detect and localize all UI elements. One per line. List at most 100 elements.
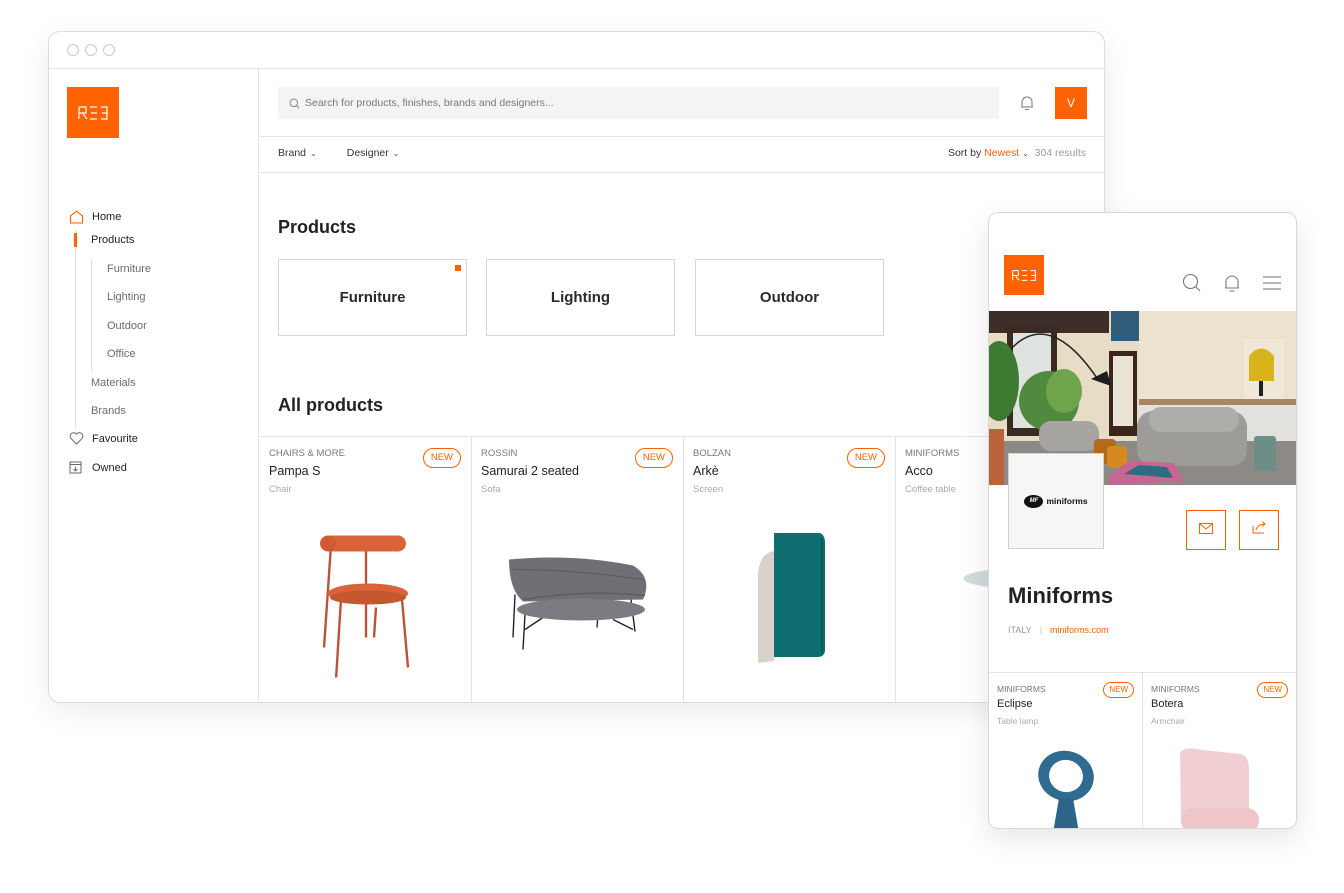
bell-icon[interactable] [1019, 94, 1035, 112]
category-card-furniture[interactable]: Furniture [278, 259, 467, 336]
brand-filter-dropdown[interactable]: Brand ⌄ [278, 147, 317, 159]
product-type: Sofa [481, 484, 501, 495]
category-label: Lighting [550, 289, 611, 306]
product-grid: CHAIRS & MORE Pampa S Chair NEW ROSSIN S… [260, 436, 1104, 702]
main-content: Search for products, finishes, brands an… [260, 69, 1104, 702]
product-brand: CHAIRS & MORE [269, 448, 346, 459]
sidebar-item-furniture[interactable]: Furniture [107, 261, 151, 277]
category-card-outdoor[interactable]: Outdoor [695, 259, 884, 336]
sort-label: Sort by [947, 147, 982, 159]
new-badge: NEW [1103, 682, 1134, 698]
category-label: Furniture [339, 289, 406, 306]
share-button[interactable] [1239, 510, 1279, 550]
product-image-armchair [1143, 748, 1296, 828]
sidebar-item-office[interactable]: Office [107, 346, 136, 362]
mobile-product-grid: MINIFORMS Eclipse Table lamp NEW MINIFOR… [989, 672, 1296, 828]
filter-divider [260, 172, 1104, 173]
search-icon [289, 98, 300, 109]
product-brand: BOLZAN [693, 448, 732, 459]
sidebar-item-materials[interactable]: Materials [91, 375, 136, 391]
miniforms-logo-icon: MF [1024, 494, 1044, 508]
product-card[interactable]: CHAIRS & MORE Pampa S Chair NEW [260, 437, 472, 702]
new-badge: NEW [422, 448, 461, 468]
logo-glyph-icon [1012, 269, 1036, 281]
designer-filter-dropdown[interactable]: Designer ⌄ [347, 147, 400, 159]
window-maximize-button[interactable] [103, 44, 115, 56]
new-badge: NEW [1257, 682, 1288, 698]
brand-logo[interactable] [67, 87, 119, 138]
chevron-down-icon: ⌄ [310, 149, 317, 158]
menu-icon[interactable] [1262, 275, 1282, 296]
brand-filter-label: Brand [278, 147, 307, 159]
search-input[interactable]: Search for products, finishes, brands an… [278, 87, 999, 119]
sidebar-item-owned[interactable]: Owned [69, 460, 127, 476]
product-name: Botera [1151, 698, 1184, 710]
sidebar-item-label: Owned [92, 462, 127, 474]
category-card-lighting[interactable]: Lighting [486, 259, 675, 336]
chevron-down-icon[interactable]: ⌄ [1022, 149, 1029, 158]
sidebar-item-outdoor[interactable]: Outdoor [107, 318, 147, 334]
product-image-chair [260, 517, 471, 702]
mobile-preview: MF miniforms Miniforms ITALY | miniforms… [988, 212, 1297, 829]
product-name: Acco [905, 464, 933, 478]
share-icon [1252, 521, 1267, 539]
product-image-lamp [989, 748, 1142, 828]
sidebar: Home Products Furniture Lighting Outdoor… [49, 69, 259, 702]
active-indicator [74, 233, 77, 247]
header-divider [260, 136, 1104, 137]
product-card[interactable]: MINIFORMS Botera Armchair NEW [1143, 673, 1296, 828]
search-icon[interactable] [1182, 273, 1202, 298]
results-count: 304 results [1034, 147, 1086, 159]
category-label: Outdoor [759, 289, 820, 306]
window-close-button[interactable] [67, 44, 79, 56]
product-card[interactable]: ROSSIN Samurai 2 seated Sofa NEW [472, 437, 684, 702]
logo-glyph-icon [78, 105, 108, 120]
heart-icon [69, 431, 84, 447]
bell-icon[interactable] [1223, 273, 1241, 298]
sidebar-item-lighting[interactable]: Lighting [107, 289, 146, 305]
product-type: Chair [269, 484, 292, 495]
product-type: Coffee table [905, 484, 957, 495]
filter-bar: Brand ⌄ Designer ⌄ [278, 147, 399, 159]
contact-mail-button[interactable] [1186, 510, 1226, 550]
brand-logo-tile: MF miniforms [1008, 453, 1104, 549]
sidebar-item-home[interactable]: Home [69, 209, 121, 225]
chevron-down-icon: ⌄ [392, 149, 400, 158]
download-box-icon [69, 461, 84, 476]
mail-icon [1199, 521, 1213, 539]
window-minimize-button[interactable] [85, 44, 97, 56]
sort-control: Sort by Newest ⌄ 304 results [948, 147, 1086, 159]
brand-logo[interactable] [1004, 255, 1044, 295]
meta-separator: | [1039, 625, 1043, 635]
sort-dropdown[interactable]: Newest [984, 147, 1019, 159]
sidebar-item-brands[interactable]: Brands [91, 403, 126, 419]
sidebar-item-products[interactable]: Products [91, 232, 134, 248]
product-type: Screen [693, 484, 724, 495]
sidebar-item-favourite[interactable]: Favourite [69, 431, 138, 447]
product-brand: ROSSIN [481, 448, 518, 459]
product-name: Eclipse [997, 698, 1033, 710]
new-badge: NEW [846, 448, 885, 468]
products-heading: Products [278, 217, 357, 237]
product-type: Armchair [1151, 716, 1186, 726]
product-name: Pampa S [269, 464, 321, 478]
product-type: Table lamp [997, 716, 1039, 726]
active-marker [455, 265, 461, 271]
product-image-screen [684, 517, 895, 702]
brand-logo-text: miniforms [1046, 496, 1088, 506]
designer-filter-label: Designer [346, 147, 389, 159]
product-card[interactable]: BOLZAN Arkè Screen NEW [684, 437, 896, 702]
product-card[interactable]: MINIFORMS Eclipse Table lamp NEW [989, 673, 1143, 828]
title-bar [49, 32, 1104, 69]
nav-tree-line [75, 230, 76, 428]
product-brand: MINIFORMS [1151, 684, 1200, 694]
user-avatar-button[interactable]: V [1055, 87, 1087, 119]
brand-website-link[interactable]: miniforms.com [1050, 625, 1109, 635]
product-name: Arkè [693, 464, 719, 478]
brand-country: ITALY [1008, 625, 1032, 635]
mobile-header-icons [1182, 273, 1282, 298]
new-badge: NEW [634, 448, 673, 468]
all-products-heading: All products [278, 395, 384, 415]
sidebar-item-label: Home [92, 211, 122, 223]
search-placeholder: Search for products, finishes, brands an… [305, 97, 554, 109]
